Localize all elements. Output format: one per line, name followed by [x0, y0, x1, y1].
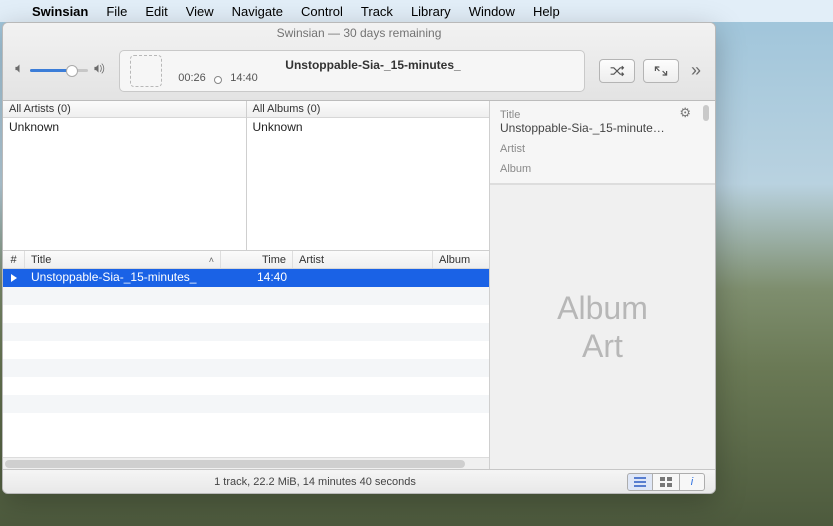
meta-artist-label: Artist [500, 143, 705, 155]
table-row[interactable] [3, 305, 489, 323]
now-playing-title: Unstoppable-Sia-_15-minutes_ [172, 58, 574, 72]
sidebar-scroll-indicator[interactable] [703, 105, 709, 121]
track-list: # Title˄ Time Artist Album Unstoppable-S… [3, 251, 489, 469]
track-rows: Unstoppable-Sia-_15-minutes_ 14:40 [3, 269, 489, 457]
artist-item[interactable]: Unknown [3, 118, 246, 136]
volume-slider[interactable] [30, 69, 88, 72]
col-album[interactable]: Album [433, 251, 489, 268]
track-row[interactable]: Unstoppable-Sia-_15-minutes_ 14:40 [3, 269, 489, 287]
table-row[interactable] [3, 341, 489, 359]
total-time: 14:40 [224, 72, 264, 84]
album-art-placeholder[interactable]: Album Art [490, 184, 715, 469]
track-meta: ⚙ Title Unstoppable-Sia-_15-minute… Arti… [490, 101, 715, 184]
view-info-button[interactable]: i [679, 473, 705, 491]
table-row[interactable] [3, 413, 489, 431]
table-row[interactable] [3, 287, 489, 305]
horizontal-scrollbar[interactable] [3, 457, 489, 469]
view-mode-segment: i [627, 473, 705, 491]
now-playing: Unstoppable-Sia-_15-minutes_ 00:26 14:40 [119, 50, 585, 92]
desktop: Swinsian File Edit View Navigate Control… [0, 0, 833, 526]
grid-icon [660, 477, 672, 487]
col-title[interactable]: Title˄ [25, 251, 221, 268]
meta-album-label: Album [500, 163, 705, 175]
status-text: 1 track, 22.2 MiB, 14 minutes 40 seconds [214, 476, 416, 488]
track-time: 14:40 [221, 269, 293, 287]
browser-pane: All Artists (0) Unknown All Albums (0) U… [3, 101, 489, 251]
artists-header: All Artists (0) [3, 101, 246, 118]
menubar: Swinsian File Edit View Navigate Control… [0, 0, 833, 22]
col-artist[interactable]: Artist [293, 251, 433, 268]
volume-control[interactable] [13, 62, 105, 80]
menu-window[interactable]: Window [469, 4, 515, 19]
menu-edit[interactable]: Edit [145, 4, 167, 19]
track-title: Unstoppable-Sia-_15-minutes_ [25, 269, 221, 287]
menu-control[interactable]: Control [301, 4, 343, 19]
albums-browser[interactable]: All Albums (0) Unknown [247, 101, 490, 250]
track-album [433, 269, 489, 287]
app-window: Swinsian — 30 days remaining [2, 22, 716, 494]
menu-navigate[interactable]: Navigate [232, 4, 283, 19]
shuffle-button[interactable] [599, 59, 635, 83]
col-time[interactable]: Time [221, 251, 293, 268]
meta-title-value: Unstoppable-Sia-_15-minute… [500, 121, 705, 135]
volume-low-icon [13, 62, 26, 80]
menu-library[interactable]: Library [411, 4, 451, 19]
gear-icon[interactable]: ⚙ [679, 105, 691, 121]
app-menu[interactable]: Swinsian [32, 4, 88, 19]
now-playing-art[interactable] [130, 55, 162, 87]
toolbar-overflow-button[interactable]: » [687, 60, 705, 81]
elapsed-time: 00:26 [172, 72, 212, 84]
view-grid-button[interactable] [653, 473, 679, 491]
table-row[interactable] [3, 359, 489, 377]
table-row[interactable] [3, 377, 489, 395]
table-row[interactable] [3, 395, 489, 413]
volume-high-icon [92, 62, 105, 80]
list-icon [633, 477, 647, 487]
album-item[interactable]: Unknown [247, 118, 490, 136]
meta-title-label: Title [500, 109, 705, 121]
col-number[interactable]: # [3, 251, 25, 268]
menu-file[interactable]: File [106, 4, 127, 19]
albums-header: All Albums (0) [247, 101, 490, 118]
track-artist [293, 269, 433, 287]
menu-track[interactable]: Track [361, 4, 393, 19]
table-row[interactable] [3, 323, 489, 341]
mini-player-button[interactable] [643, 59, 679, 83]
view-list-button[interactable] [627, 473, 653, 491]
window-title: Swinsian — 30 days remaining [3, 23, 715, 41]
menu-help[interactable]: Help [533, 4, 560, 19]
track-list-header: # Title˄ Time Artist Album [3, 251, 489, 269]
status-bar: 1 track, 22.2 MiB, 14 minutes 40 seconds… [3, 469, 715, 493]
info-sidebar: ⚙ Title Unstoppable-Sia-_15-minute… Arti… [489, 101, 715, 469]
menu-view[interactable]: View [186, 4, 214, 19]
playing-icon [11, 274, 17, 282]
toolbar: Swinsian — 30 days remaining [3, 23, 715, 101]
artists-browser[interactable]: All Artists (0) Unknown [3, 101, 247, 250]
sort-asc-icon: ˄ [209, 255, 214, 265]
